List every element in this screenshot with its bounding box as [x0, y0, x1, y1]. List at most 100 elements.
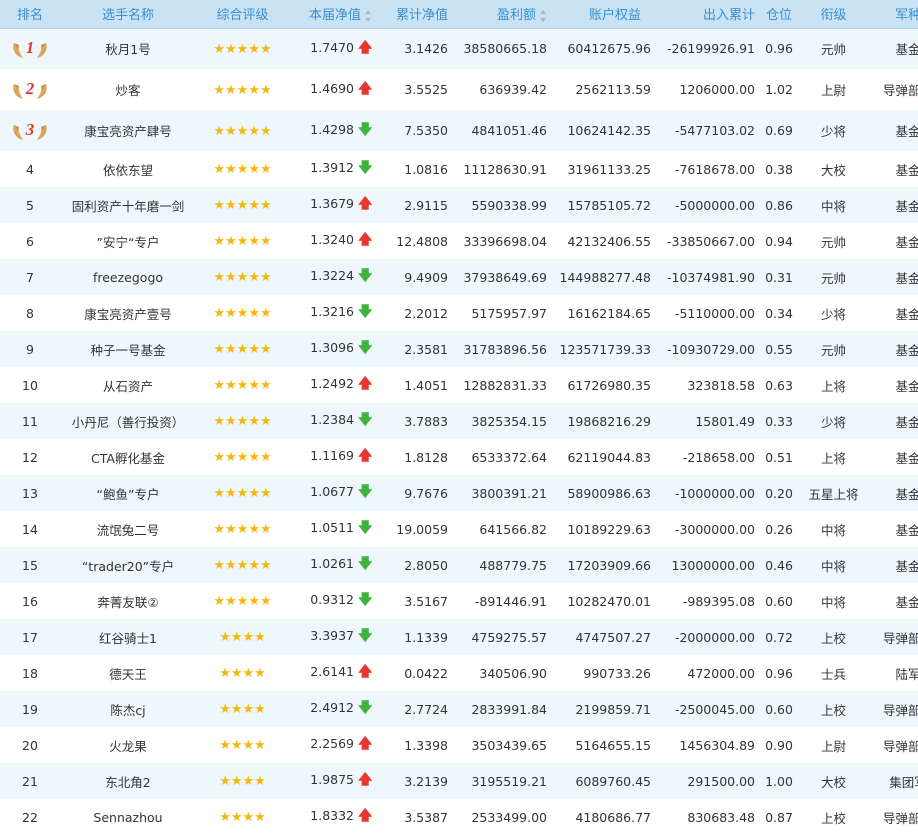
table-row[interactable]: 19 陈杰cj ★★★★ 2.4912 🡇 2.7724 2833991.84 … [0, 691, 918, 727]
table-row[interactable]: 10 从石资产 ★★★★★ 1.2492 🡅 1.4051 12882831.3… [0, 367, 918, 403]
table-row[interactable]: 4 依依东望 ★★★★★ 1.3912 🡇 1.0816 11128630.91… [0, 151, 918, 187]
table-row[interactable]: 15 “trader20”专户 ★★★★★ 1.0261 🡇 2.8050 48… [0, 547, 918, 583]
cell-nav: 1.3224 🡇 [289, 259, 376, 295]
table-row[interactable]: 13 “鲍鱼”专户 ★★★★★ 1.0677 🡇 9.7676 3800391.… [0, 475, 918, 511]
table-row[interactable]: 11 小丹尼（善行投资） ★★★★★ 1.2384 🡇 3.7883 38253… [0, 403, 918, 439]
nav-value: 1.8332 [310, 808, 355, 823]
nav-value: 1.3096 [310, 340, 355, 355]
cell-position: 0.94 [765, 233, 793, 249]
rank-number: 13 [22, 485, 38, 501]
cell-name[interactable]: 流氓兔二号 [60, 511, 196, 547]
header-title[interactable]: 衔级 [799, 0, 868, 29]
cell-in-out: -33850667.00 [666, 233, 755, 249]
cell-name[interactable]: ”安宁“专户 [60, 223, 196, 259]
sort-icon[interactable] [540, 9, 547, 22]
cell-nav: 1.1169 🡅 [289, 439, 376, 475]
rank-number: 12 [22, 449, 38, 465]
table-row[interactable]: 9 种子一号基金 ★★★★★ 1.3096 🡇 2.3581 31783896.… [0, 331, 918, 367]
cell-name[interactable]: “鲍鱼”专户 [60, 475, 196, 511]
table-row[interactable]: 16 奔菁友联② ★★★★★ 0.9312 🡇 3.5167 -891446.9… [0, 583, 918, 619]
table-row[interactable]: 14 流氓兔二号 ★★★★★ 1.0511 🡇 19.0059 641566.8… [0, 511, 918, 547]
table-row[interactable]: 17 红谷骑士1 ★★★★ 3.3937 🡇 1.1339 4759275.57… [0, 619, 918, 655]
arrow-down-icon: 🡇 [358, 484, 373, 500]
table-row[interactable]: 8 康宝亮资产壹号 ★★★★★ 1.3216 🡇 2.2012 5175957.… [0, 295, 918, 331]
cell-name[interactable]: 奔菁友联② [60, 583, 196, 619]
star-rating-icon: ★★★★★ [213, 558, 272, 573]
cell-name[interactable]: 陈杰cj [60, 691, 196, 727]
cell-position: 1.02 [765, 82, 793, 97]
cell-name[interactable]: 德天王 [60, 655, 196, 691]
cell-title: 上尉 [820, 738, 846, 754]
cell-name[interactable]: 康宝亮资产壹号 [60, 295, 196, 331]
rank-number: 15 [22, 557, 38, 573]
cell-name[interactable]: 小丹尼（善行投资） [60, 403, 196, 439]
table-row[interactable]: 12 CTA孵化基金 ★★★★★ 1.1169 🡅 1.8128 6533372… [0, 439, 918, 475]
cell-name[interactable]: CTA孵化基金 [60, 439, 196, 475]
cell-name[interactable]: 固利资产十年磨一剑 [60, 187, 196, 223]
table-row[interactable]: 6 ”安宁“专户 ★★★★★ 1.3240 🡅 12.4808 33396698… [0, 223, 918, 259]
cell-name[interactable]: “trader20”专户 [60, 547, 196, 583]
table-row[interactable]: 3 康宝亮资产肆号 ★★★★★ 1.4298 🡇 7.5350 4841051.… [0, 110, 918, 151]
cell-cum-nav: 19.0059 [396, 521, 448, 537]
cell-equity: 4747507.27 [575, 629, 651, 645]
star-rating-icon: ★★★★ [219, 810, 266, 825]
header-position[interactable]: 仓位 [759, 0, 799, 29]
table-row[interactable]: 2 炒客 ★★★★★ 1.4690 🡅 3.5525 636939.42 256… [0, 69, 918, 110]
rank-number: 14 [22, 521, 38, 537]
header-name[interactable]: 选手名称 [60, 0, 196, 29]
nav-value: 3.3937 [310, 628, 355, 643]
cell-profit: 3825354.15 [471, 413, 547, 429]
cell-name[interactable]: Sennazhou [60, 799, 196, 835]
table-row[interactable]: 18 德天王 ★★★★ 2.6141 🡅 0.0422 340506.90 99… [0, 655, 918, 691]
table-row[interactable]: 22 Sennazhou ★★★★ 1.8332 🡅 3.5387 253349… [0, 799, 918, 835]
cell-cum-nav: 1.0816 [404, 161, 448, 177]
arrow-down-icon: 🡇 [358, 304, 373, 320]
cell-name[interactable]: 火龙果 [60, 727, 196, 763]
cell-rating: ★★★★★ [196, 547, 289, 583]
header-profit[interactable]: 盈利额 [452, 0, 551, 29]
arrow-down-icon: 🡇 [358, 160, 373, 176]
cell-name[interactable]: 东北角2 [60, 763, 196, 799]
cell-in-out: -5477103.02 [674, 123, 755, 138]
table-row[interactable]: 20 火龙果 ★★★★ 2.2569 🡅 1.3398 3503439.65 5… [0, 727, 918, 763]
table-row[interactable]: 21 东北角2 ★★★★ 1.9875 🡅 3.2139 3195519.21 … [0, 763, 918, 799]
arrow-down-icon: 🡇 [358, 121, 373, 138]
cell-name[interactable]: 从石资产 [60, 367, 196, 403]
cell-title: 中将 [820, 558, 846, 574]
cell-position: 0.96 [765, 665, 793, 681]
cell-name[interactable]: freezegogo [60, 259, 196, 295]
cell-name[interactable]: 炒客 [60, 69, 196, 110]
cell-title: 元帅 [820, 342, 846, 358]
header-rank[interactable]: 排名 [0, 0, 60, 29]
table-row[interactable]: 5 固利资产十年磨一剑 ★★★★★ 1.3679 🡅 2.9115 559033… [0, 187, 918, 223]
cell-name[interactable]: 红谷骑士1 [60, 619, 196, 655]
cell-position: 0.20 [765, 485, 793, 501]
header-nav[interactable]: 本届净值 [289, 0, 376, 29]
arrow-up-icon: 🡅 [358, 196, 373, 212]
rank-number: 5 [26, 197, 34, 213]
cell-profit: 37938649.69 [463, 269, 547, 285]
header-equity[interactable]: 账户权益 [551, 0, 655, 29]
cell-in-out: -1000000.00 [674, 485, 755, 501]
cell-rank: 11 [0, 403, 60, 439]
cell-name[interactable]: 依依东望 [60, 151, 196, 187]
sort-icon[interactable] [365, 9, 372, 22]
header-rating[interactable]: 综合评级 [196, 0, 289, 29]
cell-equity: 2562113.59 [575, 82, 651, 97]
cell-name[interactable]: 秋月1号 [60, 28, 196, 69]
table-row[interactable]: 7 freezegogo ★★★★★ 1.3224 🡇 9.4909 37938… [0, 259, 918, 295]
cell-name[interactable]: 种子一号基金 [60, 331, 196, 367]
cell-title: 元帅 [820, 234, 846, 250]
cell-branch: 基金 [895, 522, 918, 538]
cell-name[interactable]: 康宝亮资产肆号 [60, 110, 196, 151]
table-row[interactable]: 1 秋月1号 ★★★★★ 1.7470 🡅 3.1426 38580665.18… [0, 28, 918, 69]
header-in-out[interactable]: 出入累计 [655, 0, 759, 29]
cell-rating: ★★★★★ [196, 28, 289, 69]
arrow-up-icon: 🡅 [358, 808, 373, 824]
header-cum-nav[interactable]: 累计净值 [376, 0, 452, 29]
cell-equity: 144988277.48 [559, 269, 651, 285]
cell-rank: 7 [0, 259, 60, 295]
cell-in-out: -2000000.00 [674, 629, 755, 645]
header-branch[interactable]: 军种 [868, 0, 918, 29]
cell-cum-nav: 3.1426 [404, 41, 448, 57]
